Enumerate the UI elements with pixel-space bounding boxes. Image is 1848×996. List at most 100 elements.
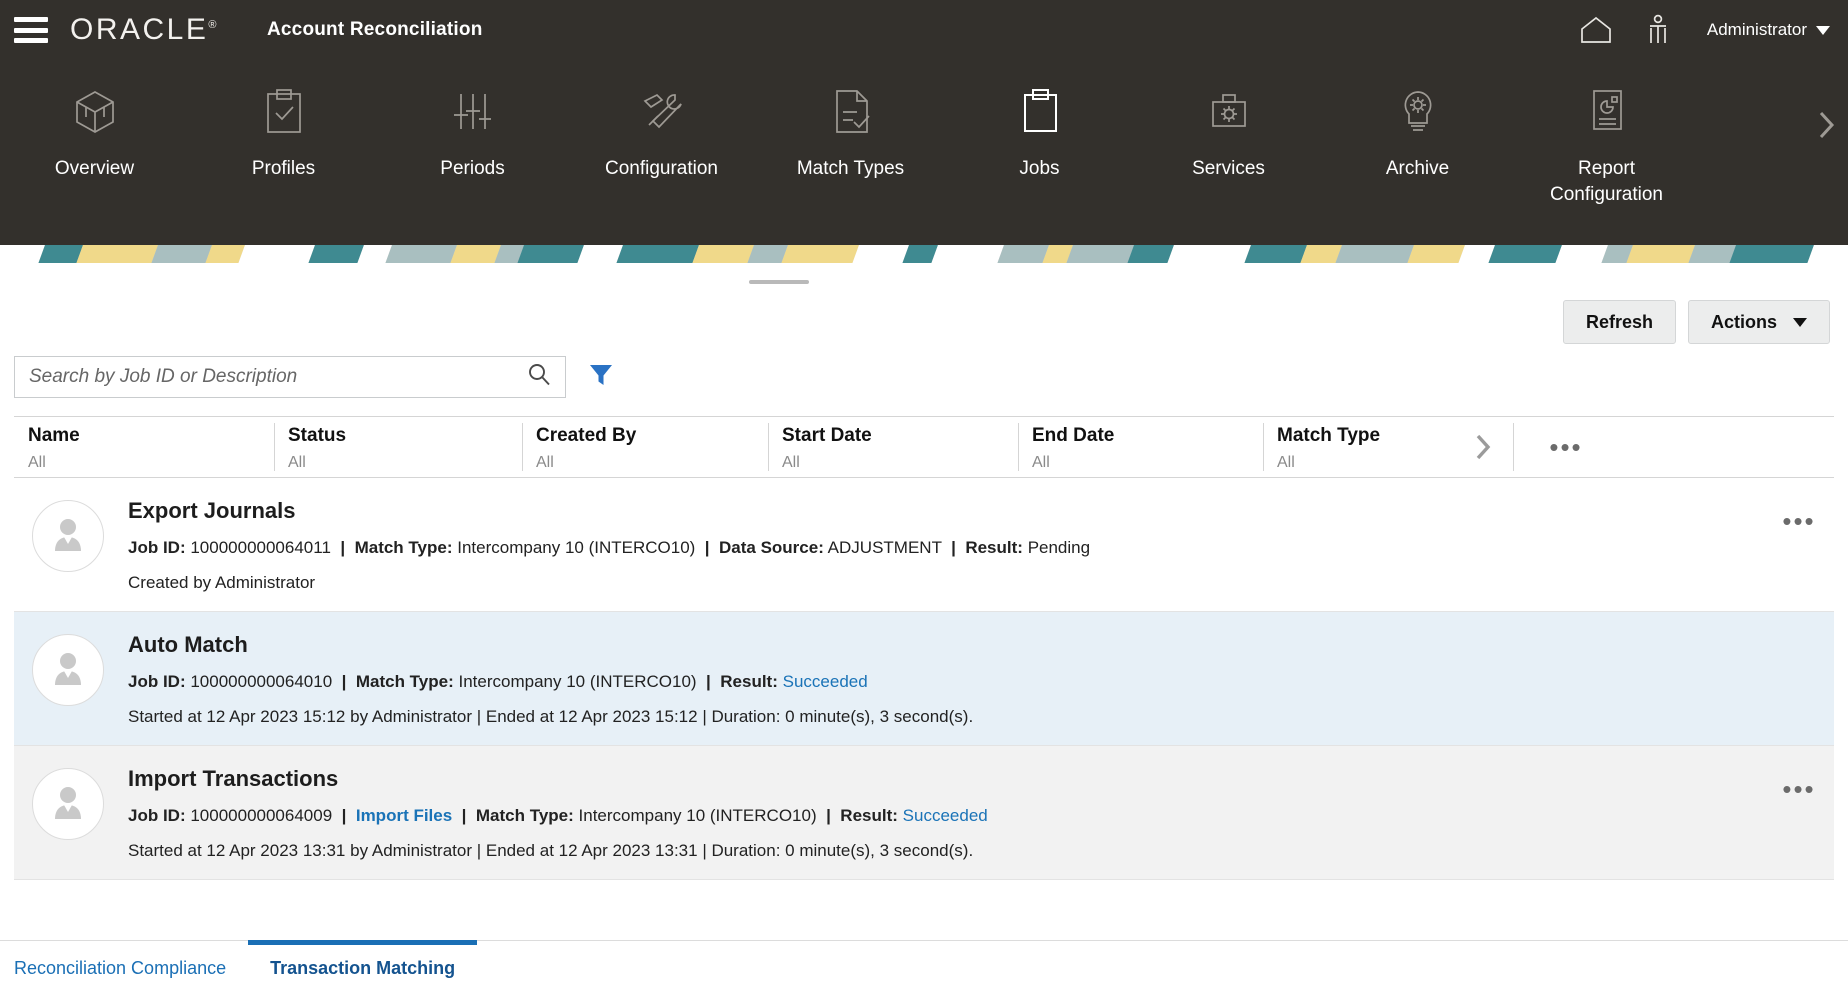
table-row[interactable]: Export Journals Job ID: 100000000064011 …	[14, 478, 1834, 612]
banner-tile	[1060, 245, 1139, 263]
chevron-down-icon	[1816, 25, 1830, 35]
column-header-end-date[interactable]: End Date All	[1018, 417, 1263, 477]
match-type-label: Match Type:	[354, 538, 453, 557]
job-details: Export Journals Job ID: 100000000064011 …	[128, 496, 1764, 595]
magnifier-icon[interactable]	[525, 361, 553, 394]
job-details: Import Transactions Job ID: 100000000064…	[128, 764, 1764, 863]
row-overflow-dots-icon[interactable]: •••	[1764, 764, 1834, 802]
data-source-label: Data Source:	[719, 538, 824, 557]
user-avatar-icon	[32, 634, 104, 706]
nav-label: Jobs	[1019, 158, 1060, 179]
hamburger-menu-icon[interactable]	[14, 17, 48, 43]
table-row[interactable]: Import Transactions Job ID: 100000000064…	[14, 746, 1834, 880]
match-type-label: Match Type:	[475, 806, 574, 825]
nav-item-services[interactable]: Services	[1134, 60, 1323, 182]
jobs-table-header: Name All Status All Created By All Start…	[14, 416, 1834, 478]
column-header-match-type[interactable]: Match Type All	[1263, 417, 1453, 477]
result-value: Pending	[1027, 538, 1091, 557]
banner-tile	[775, 245, 864, 263]
nav-item-jobs[interactable]: Jobs	[945, 60, 1134, 182]
job-id-label: Job ID:	[128, 538, 186, 557]
meta-sep: |	[456, 806, 472, 825]
column-filter-value[interactable]: All	[1277, 454, 1453, 472]
column-header-created-by[interactable]: Created By All	[522, 417, 768, 477]
refresh-button-label: Refresh	[1585, 311, 1653, 332]
data-source-value: ADJUSTMENT	[827, 538, 942, 557]
tab-label: Reconciliation Compliance	[14, 958, 227, 978]
job-id-value: 100000000064011	[190, 538, 331, 557]
user-menu-label: Administrator	[1706, 20, 1807, 39]
column-filter-value[interactable]: All	[782, 454, 1018, 472]
nav-item-match-types[interactable]: Match Types	[756, 60, 945, 182]
result-value-link[interactable]: Succeeded	[783, 672, 868, 691]
result-label: Result:	[965, 538, 1023, 557]
user-avatar-icon	[32, 768, 104, 840]
job-meta: Job ID: 100000000064011 | Match Type: In…	[128, 535, 1764, 561]
job-id-value: 100000000064010	[190, 672, 333, 691]
table-row[interactable]: Auto Match Job ID: 100000000064010 | Mat…	[14, 612, 1834, 746]
search-input[interactable]	[29, 366, 525, 388]
search-box[interactable]	[14, 356, 566, 398]
home-icon[interactable]	[1565, 0, 1627, 60]
column-title: Match Type	[1277, 425, 1381, 446]
registered-mark: ®	[208, 19, 219, 31]
table-overflow-dots-icon[interactable]: •••	[1513, 417, 1619, 477]
meta-sep: |	[336, 806, 352, 825]
user-menu[interactable]: Administrator	[1707, 20, 1830, 40]
meta-sep: |	[946, 538, 961, 557]
sliders-icon	[449, 84, 497, 140]
job-details: Auto Match Job ID: 100000000064010 | Mat…	[128, 630, 1764, 729]
banner-tile	[1723, 245, 1819, 263]
nav-item-report-configuration[interactable]: Report Configuration	[1512, 60, 1701, 208]
top-header-bar: ORACLE® Account Reconciliation Administr…	[0, 0, 1848, 60]
column-filter-value[interactable]: All	[28, 454, 274, 472]
nav-item-archive[interactable]: Archive	[1323, 60, 1512, 182]
nav-item-periods[interactable]: Periods	[378, 60, 567, 182]
tab-transaction-matching[interactable]: Transaction Matching	[248, 940, 478, 996]
nav-label: Profiles	[251, 158, 316, 179]
tab-reconciliation-compliance[interactable]: Reconciliation Compliance	[0, 941, 248, 996]
match-type-value: Intercompany 10 (INTERCO10)	[457, 538, 696, 557]
column-title: Status	[288, 425, 347, 446]
chevron-down-icon	[1793, 317, 1807, 327]
column-scroll-right-chevron-right-icon[interactable]	[1453, 417, 1513, 477]
banner-tile	[610, 245, 704, 263]
column-filter-value[interactable]: All	[1032, 454, 1263, 472]
report-pie-icon	[1584, 84, 1630, 140]
clipboard-icon	[1016, 84, 1064, 140]
meta-sep: |	[335, 538, 350, 557]
job-title: Import Transactions	[128, 766, 339, 791]
nav-item-configuration[interactable]: Configuration	[567, 60, 756, 182]
nav-label: Report Configuration	[1549, 158, 1664, 205]
job-title: Export Journals	[128, 498, 296, 523]
nav-next-chevron-right-icon[interactable]	[1806, 60, 1848, 190]
column-header-status[interactable]: Status All	[274, 417, 522, 477]
panel-drag-handle[interactable]	[749, 280, 809, 284]
import-files-link[interactable]: Import Files	[356, 806, 452, 825]
job-id-value: 100000000064009	[190, 806, 333, 825]
nav-label: Services	[1192, 158, 1265, 179]
nav-item-overview[interactable]: Overview	[0, 60, 189, 182]
row-overflow-placeholder	[1764, 630, 1834, 650]
nav-label: Match Types	[796, 158, 905, 179]
row-overflow-dots-icon[interactable]: •••	[1764, 496, 1834, 534]
job-meta: Job ID: 100000000064009 | Import Files |…	[128, 803, 1764, 829]
column-title: Created By	[536, 425, 637, 446]
nav-label: Configuration	[604, 158, 719, 179]
funnel-filter-icon[interactable]	[588, 362, 614, 393]
result-value-link[interactable]: Succeeded	[903, 806, 988, 825]
oracle-logo: ORACLE®	[70, 13, 227, 47]
actions-button[interactable]: Actions	[1687, 300, 1830, 344]
meta-sep: |	[700, 538, 715, 557]
refresh-button[interactable]: Refresh	[1562, 300, 1676, 344]
primary-navigation: Overview Profiles Periods Configuration …	[0, 60, 1848, 245]
accessibility-person-icon[interactable]	[1627, 0, 1689, 60]
banner-tile	[1482, 245, 1567, 263]
column-header-start-date[interactable]: Start Date All	[768, 417, 1018, 477]
column-header-name[interactable]: Name All	[14, 417, 274, 477]
column-filter-value[interactable]: All	[288, 454, 522, 472]
nav-item-profiles[interactable]: Profiles	[189, 60, 378, 182]
toolbar-actions: Refresh Actions	[1562, 300, 1830, 344]
column-title: Name	[28, 425, 80, 446]
column-filter-value[interactable]: All	[536, 454, 768, 472]
